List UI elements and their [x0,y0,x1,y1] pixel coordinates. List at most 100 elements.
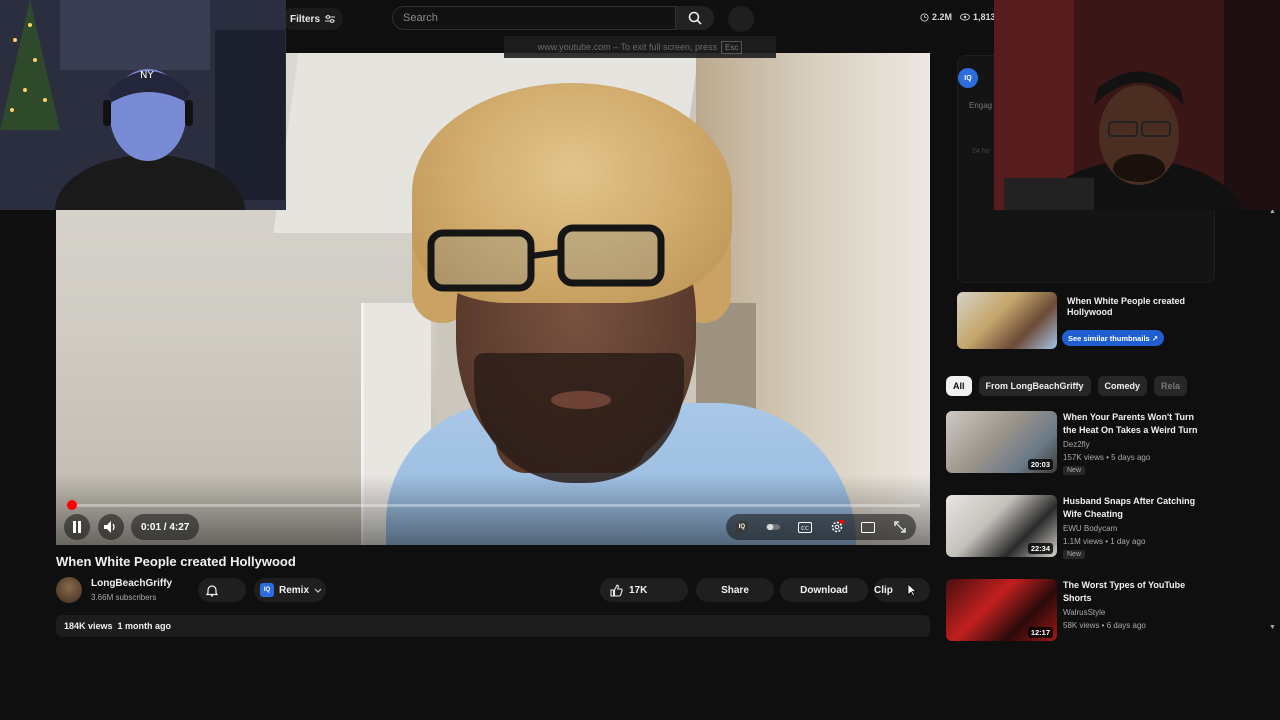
captions-button[interactable]: CC [798,520,813,534]
webcam-right [994,0,1280,210]
theater-mode-button[interactable] [861,520,876,534]
exit-fullscreen-icon [894,521,906,533]
video-frame-glasses [427,224,665,292]
search-placeholder: Search [403,12,438,24]
pause-button[interactable] [64,514,90,540]
like-button[interactable]: 17K [600,578,688,602]
download-label: Download [800,584,848,596]
views-stat-value: 2.2M [932,12,953,22]
exit-fullscreen-button[interactable] [893,520,907,534]
iq-extension-button[interactable]: IQ [735,520,749,534]
time-display: 0:01 / 4:27 [131,514,200,540]
share-button[interactable]: Share [696,578,774,602]
voice-search-button[interactable] [728,6,754,32]
pause-icon [73,521,81,533]
clip-button[interactable]: Clip [874,578,930,602]
like-count: 17K [629,584,648,596]
autoplay-toggle[interactable] [766,520,781,534]
chip-all[interactable]: All [946,376,972,396]
fullscreen-hint: www.youtube.com – To exit full screen, p… [504,36,776,58]
player-right-controls: IQ CC [726,514,916,540]
video-duration: 12:17 [1027,627,1053,638]
webcam-right-scene [994,0,1280,210]
webcam-left: NY [0,0,286,210]
new-badge: New [1063,550,1086,559]
description-box[interactable]: 184K views 1 month ago [56,615,930,637]
toggle-icon [766,523,781,531]
recommended-channel[interactable]: Dez2fly [1063,440,1090,449]
chip-related[interactable]: Rela [1154,376,1188,396]
recommended-meta: 58K views • 6 days ago [1063,621,1146,630]
video-duration: 22:34 [1027,543,1053,554]
webcam-left-scene: NY [0,0,286,210]
gear-icon [831,520,844,533]
recommended-video[interactable]: 20:03 When Your Parents Won't Turn the H… [946,411,1216,475]
remix-label: Remix [279,584,310,596]
volume-button[interactable] [98,514,124,540]
thumbnail-card-title: When White People created Hollywood [1067,296,1186,317]
thumbs-up-icon [610,584,623,597]
share-label: Share [721,584,749,596]
current-video-thumbnail [957,292,1057,349]
mouse-cursor-icon [907,583,917,597]
video-title: When White People created Hollywood [56,554,296,569]
video-frame-mouth [551,391,611,409]
recommended-title[interactable]: The Worst Types of YouTube Shorts [1063,579,1208,605]
remix-button[interactable]: IQ Remix [254,578,326,602]
time-text: 0:01 / 4:27 [141,521,190,533]
engagement-label: Engag [969,101,993,110]
recommended-title[interactable]: Husband Snaps After Catching Wife Cheati… [1063,495,1208,521]
fullscreen-hint-text: www.youtube.com – To exit full screen, p… [537,42,718,52]
channel-subscribers: 3.66M subscribers [91,593,157,602]
viewers-stat: 1,813 [960,12,996,22]
stream-stats: 2.2M 1,813 [920,12,996,22]
recommended-video[interactable]: 12:17 The Worst Types of YouTube Shorts … [946,579,1216,641]
cc-icon: CC [798,521,813,533]
video-duration: 20:03 [1027,459,1053,470]
recommended-title[interactable]: When Your Parents Won't Turn the Heat On… [1063,411,1208,437]
volume-icon [104,521,115,533]
channel-name[interactable]: LongBeachGriffy [91,578,172,589]
clip-label: Clip [874,584,893,596]
recommended-channel[interactable]: WalrusStyle [1063,608,1105,617]
iq-panel-label: IQ [964,74,972,82]
filter-chips: All From LongBeachGriffy Comedy Rela [946,376,1188,396]
bell-icon [206,584,218,597]
chevron-down-icon [314,588,322,593]
scroll-down-arrow[interactable]: ▼ [1269,624,1276,631]
search-input[interactable]: Search [392,6,676,30]
iq-panel-icon[interactable]: IQ [958,68,978,88]
progress-bar[interactable] [67,500,920,510]
view-count: 184K views [64,621,113,631]
upload-age: 1 month ago [117,621,172,631]
clock-icon [920,12,929,22]
recommended-thumbnail[interactable]: 20:03 [946,411,1057,473]
channel-avatar[interactable] [56,577,82,603]
filters-label: Filters [290,13,321,25]
filters-button[interactable]: Filters [282,8,344,30]
viewers-stat-value: 1,813 [973,12,996,22]
chip-from-channel[interactable]: From LongBeachGriffy [978,376,1091,396]
recommended-video[interactable]: 22:34 Husband Snaps After Catching Wife … [946,495,1216,559]
chip-comedy[interactable]: Comedy [1097,376,1148,396]
download-button[interactable]: Download [780,578,868,602]
search-button[interactable] [676,6,714,30]
esc-key-label: Esc [721,40,743,54]
see-similar-thumbnails-button[interactable]: See similar thumbnails ↗ [1062,330,1165,346]
theater-icon [861,521,876,533]
recommended-channel[interactable]: EWU Bodycam [1063,524,1117,533]
search-icon [688,11,702,25]
recommended-thumbnail[interactable]: 22:34 [946,495,1057,557]
iq-icon: IQ [735,521,748,533]
sliders-icon [325,15,336,23]
recommended-meta: 1.1M views • 1 day ago [1063,537,1146,546]
recommended-meta: 157K views • 5 days ago [1063,453,1151,462]
recommended-thumbnail[interactable]: 12:17 [946,579,1057,641]
iq-icon: IQ [260,583,274,597]
notifications-button[interactable] [198,578,246,602]
svg-text:CC: CC [801,525,809,531]
eye-icon [960,13,971,21]
views-stat: 2.2M [920,12,952,22]
new-badge: New [1063,466,1086,475]
settings-button[interactable] [830,520,844,534]
